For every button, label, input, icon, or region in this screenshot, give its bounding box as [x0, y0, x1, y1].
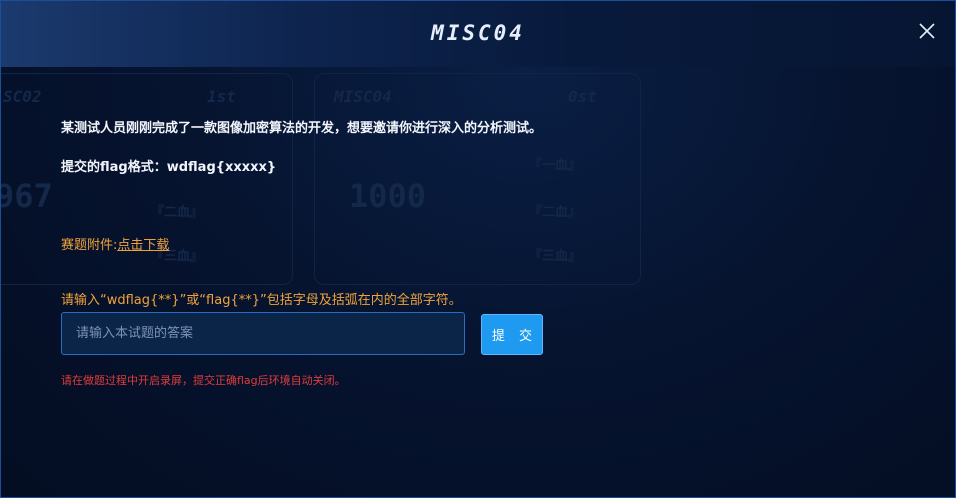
- close-button[interactable]: [917, 21, 937, 41]
- attachment-row: 赛题附件:点击下载: [61, 234, 169, 253]
- background-blood: 『一血』: [529, 158, 582, 173]
- flag-format: 提交的flag格式：wdflag{xxxxx}: [61, 160, 277, 175]
- download-link[interactable]: 点击下载: [117, 238, 169, 253]
- background-label: 0st: [568, 87, 597, 106]
- challenge-description: 某测试人员刚刚完成了一款图像加密算法的开发，想要邀请你进行深入的分析测试。: [61, 121, 543, 136]
- background-score: 967: [0, 177, 53, 215]
- modal-title: MISC04: [431, 21, 525, 45]
- background-label: SC02: [3, 87, 42, 106]
- background-blood: 『二血』: [529, 205, 582, 220]
- answer-input[interactable]: [61, 312, 465, 355]
- close-icon: [919, 23, 935, 39]
- challenge-modal: SC02 1st MISC04 0st 967 1000 『二血』 『三血』 『…: [0, 0, 956, 498]
- background-label: MISC04: [334, 87, 392, 106]
- attachment-label: 赛题附件:: [61, 238, 118, 253]
- background-score: 1000: [349, 177, 427, 215]
- answer-hint: 请输入“wdflag{**}”或“flag{**}”包括字母及括弧在内的全部字符…: [61, 293, 462, 308]
- recording-warning: 请在做题过程中开启录屏，提交正确flag后环境自动关闭。: [61, 374, 346, 387]
- background-blood: 『三血』: [529, 249, 582, 264]
- background-label: 1st: [207, 87, 236, 106]
- background-blood: 『二血』: [151, 205, 204, 220]
- submit-button[interactable]: 提 交: [481, 314, 543, 355]
